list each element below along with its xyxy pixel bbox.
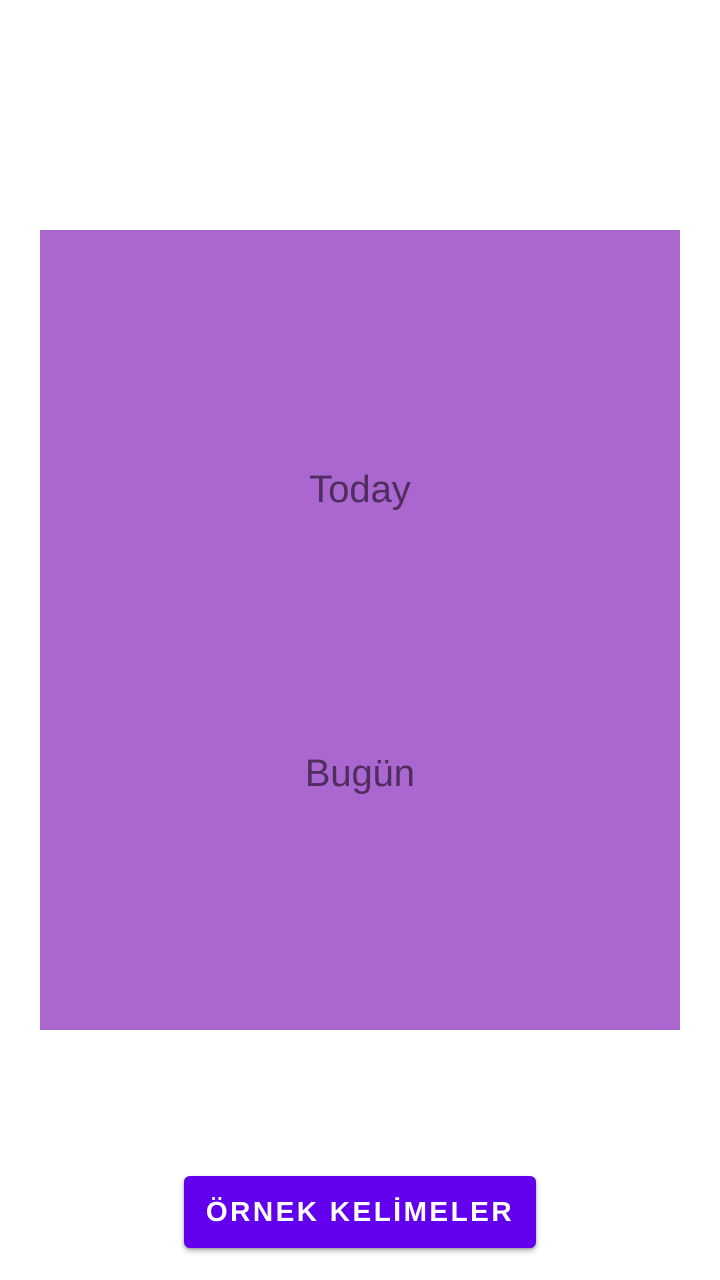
flash-card[interactable]: Today Bugün xyxy=(40,230,680,1030)
turkish-word: Bugün xyxy=(305,753,415,795)
app-screen: Today Bugün ÖRNEK KELİMELER xyxy=(0,0,720,1280)
english-word: Today xyxy=(309,469,411,511)
sample-words-button[interactable]: ÖRNEK KELİMELER xyxy=(184,1176,536,1248)
